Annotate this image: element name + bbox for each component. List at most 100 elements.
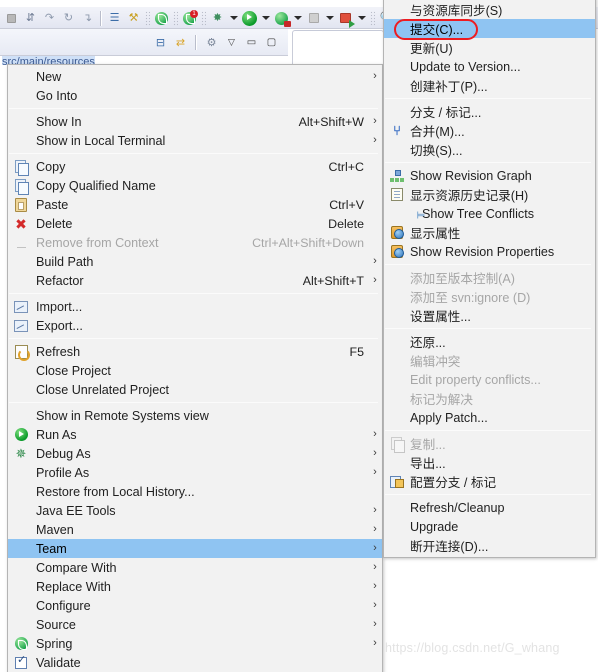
team-item-refresh-cleanup[interactable]: Refresh/Cleanup	[384, 498, 595, 517]
remote-debug-icon[interactable]: ⚒	[124, 9, 143, 28]
menu-item-maven[interactable]: Maven ›	[8, 520, 382, 539]
menu-item-import[interactable]: Import...	[8, 297, 382, 316]
menu-item-label: 标记为解决	[410, 393, 473, 407]
menu-item-refactor[interactable]: Refactor Alt+Shift+T ›	[8, 271, 382, 290]
menu-item-label: 设置属性...	[410, 310, 471, 324]
menu-item-paste[interactable]: Paste Ctrl+V	[8, 195, 382, 214]
menu-item-restore-from-local-history[interactable]: Restore from Local History...	[8, 482, 382, 501]
menu-item-show-in-local-terminal[interactable]: Show in Local Terminal ›	[8, 131, 382, 150]
team-item-update-to-version[interactable]: Update to Version...	[384, 57, 595, 76]
debug-step-icon[interactable]: ⇵	[21, 9, 40, 28]
run-icon[interactable]	[240, 9, 259, 28]
menu-item-close-project[interactable]: Close Project	[8, 361, 382, 380]
chevron-down-icon[interactable]	[291, 9, 304, 28]
menu-item-compare-with[interactable]: Compare With ›	[8, 558, 382, 577]
team-item-export[interactable]: 导出...	[384, 453, 595, 472]
team-item-update[interactable]: 更新(U)	[384, 38, 595, 57]
team-item-apply-patch[interactable]: Apply Patch...	[384, 408, 595, 427]
spring-icon	[13, 636, 29, 652]
team-item-switch[interactable]: 切换(S)...	[384, 140, 595, 159]
team-item-configure-branch-tag[interactable]: 配置分支 / 标记	[384, 472, 595, 491]
team-item-disconnect[interactable]: 断开连接(D)...	[384, 536, 595, 555]
copy-qualified-name-icon	[13, 178, 29, 195]
menu-item-java-ee-tools[interactable]: Java EE Tools ›	[8, 501, 382, 520]
link-with-editor-icon[interactable]: ⇄	[172, 34, 189, 51]
team-item-show-revision-graph[interactable]: Show Revision Graph	[384, 166, 595, 185]
team-item-branch-tag[interactable]: 分支 / 标记...	[384, 102, 595, 121]
minimize-icon[interactable]: ▭	[243, 34, 260, 51]
collapse-all-icon[interactable]: ⊟	[152, 34, 169, 51]
step-return-icon[interactable]: ↷	[40, 9, 59, 28]
refresh-icon	[13, 344, 30, 361]
external-tools-icon[interactable]: ✸	[208, 9, 227, 28]
console-icon[interactable]: ☰	[105, 9, 124, 28]
maximize-icon[interactable]: ▢	[263, 34, 280, 51]
spring-boot-icon[interactable]	[152, 9, 171, 28]
team-item-add-to-svn-ignore: 添加至 svn:ignore (D)	[384, 287, 595, 306]
team-item-show-tree-conflicts[interactable]: ⊨ Show Tree Conflicts	[384, 204, 595, 223]
submenu-arrow-icon: ›	[373, 561, 377, 573]
menu-item-label: Remove from Context	[36, 235, 159, 250]
team-item-sync-with-repository[interactable]: 与资源库同步(S)	[384, 0, 595, 19]
menu-item-delete[interactable]: ✖ Delete Delete	[8, 214, 382, 233]
menu-item-spring[interactable]: Spring ›	[8, 634, 382, 653]
menu-item-refresh[interactable]: Refresh F5	[8, 342, 382, 361]
team-item-set-property[interactable]: 设置属性...	[384, 306, 595, 325]
team-item-edit-conflicts: 编辑冲突	[384, 351, 595, 370]
team-item-show-properties[interactable]: 显示属性	[384, 223, 595, 242]
submenu-arrow-icon: ›	[373, 274, 377, 286]
menu-item-go-into[interactable]: Go Into	[8, 86, 382, 105]
menu-separator	[9, 108, 378, 109]
team-item-create-patch[interactable]: 创建补丁(P)...	[384, 76, 595, 95]
menu-item-label: Show in Local Terminal	[36, 133, 166, 148]
menu-item-team[interactable]: Team ›	[8, 539, 382, 558]
menu-item-label: Export...	[36, 318, 83, 333]
menu-item-build-path[interactable]: Build Path ›	[8, 252, 382, 271]
menu-item-replace-with[interactable]: Replace With ›	[8, 577, 382, 596]
menu-item-validate[interactable]: Validate	[8, 653, 382, 672]
chevron-down-icon[interactable]	[323, 9, 336, 28]
team-item-upgrade[interactable]: Upgrade	[384, 517, 595, 536]
menu-item-configure[interactable]: Configure ›	[8, 596, 382, 615]
menu-item-show-in-remote-systems-view[interactable]: Show in Remote Systems view	[8, 406, 382, 425]
coverage-icon[interactable]	[272, 9, 291, 28]
team-submenu[interactable]: 与资源库同步(S) 提交(C)... 更新(U) Update to Versi…	[383, 0, 596, 558]
team-item-commit[interactable]: 提交(C)...	[384, 19, 595, 38]
menu-item-label: 导出...	[410, 457, 446, 471]
toolbar-dots	[145, 10, 150, 26]
menu-item-label: Team	[36, 541, 67, 556]
toolbar-button-row: ⇵ ↷ ↻ ↴ ☰ ⚒ 1 ✸	[0, 7, 405, 29]
menu-item-export[interactable]: Export...	[8, 316, 382, 335]
team-item-revert[interactable]: 还原...	[384, 332, 595, 351]
step-over-icon[interactable]: ↻	[59, 9, 78, 28]
menu-item-show-in[interactable]: Show In Alt+Shift+W ›	[8, 112, 382, 131]
menu-item-label: 创建补丁(P)...	[410, 80, 488, 94]
menu-item-close-unrelated-project[interactable]: Close Unrelated Project	[8, 380, 382, 399]
menu-item-copy-qualified-name[interactable]: Copy Qualified Name	[8, 176, 382, 195]
filter-icon[interactable]: ⚙	[203, 34, 220, 51]
menu-item-label: Copy Qualified Name	[36, 178, 156, 193]
menu-item-label: Build Path	[36, 254, 94, 269]
project-context-menu[interactable]: New › Go Into Show In Alt+Shift+W › Show…	[7, 64, 383, 672]
chevron-down-icon[interactable]	[227, 9, 240, 28]
menu-item-label: Update to Version...	[410, 59, 521, 74]
menu-item-new[interactable]: New ›	[8, 67, 382, 86]
team-item-show-revision-properties[interactable]: Show Revision Properties	[384, 242, 595, 261]
configure-branch-icon	[389, 474, 405, 490]
step-into-icon[interactable]: ↴	[78, 9, 97, 28]
submenu-arrow-icon: ›	[373, 504, 377, 516]
view-menu-icon[interactable]: ▽	[223, 34, 240, 51]
chevron-down-icon[interactable]	[259, 9, 272, 28]
menu-item-copy[interactable]: Copy Ctrl+C	[8, 157, 382, 176]
spring-dashboard-icon[interactable]: 1	[180, 9, 199, 28]
team-item-merge[interactable]: ⑂ 合并(M)...	[384, 121, 595, 140]
menu-item-run-as[interactable]: Run As ›	[8, 425, 382, 444]
chevron-down-icon[interactable]	[355, 9, 368, 28]
menu-item-source[interactable]: Source ›	[8, 615, 382, 634]
menu-item-profile-as[interactable]: Profile As ›	[8, 463, 382, 482]
menu-item-debug-as[interactable]: ✵ Debug As ›	[8, 444, 382, 463]
stop-server-icon[interactable]	[304, 9, 323, 28]
team-item-show-resource-history[interactable]: 显示资源历史记录(H)	[384, 185, 595, 204]
stop-icon[interactable]	[2, 9, 21, 28]
server-icon[interactable]	[336, 9, 355, 28]
